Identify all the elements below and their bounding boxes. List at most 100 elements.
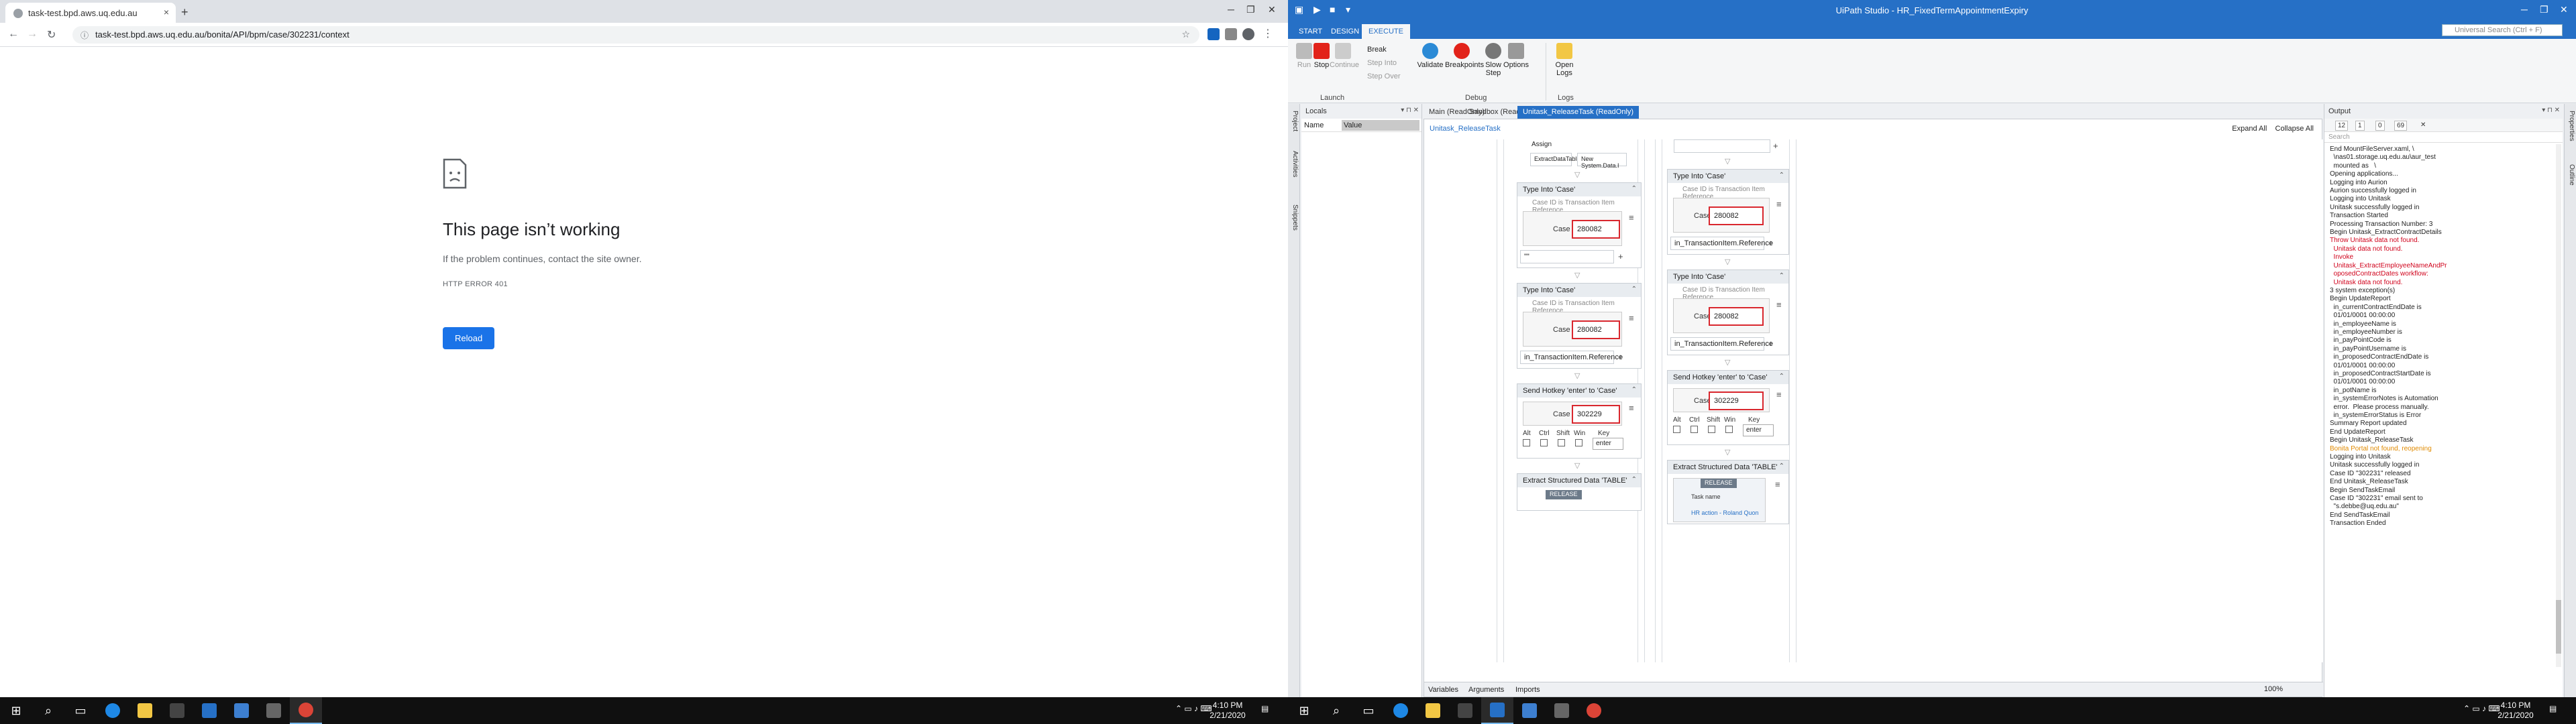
file-explorer-icon[interactable]: [129, 697, 161, 724]
notifications-icon[interactable]: ▤: [1261, 704, 1269, 713]
collapse-icon[interactable]: ⌃: [1779, 373, 1784, 380]
close-window-icon[interactable]: ✕: [1268, 4, 1276, 15]
tab-properties[interactable]: Properties: [2566, 111, 2575, 141]
edge-icon[interactable]: [97, 697, 129, 724]
collapse-icon[interactable]: ⌃: [1779, 172, 1784, 179]
forward-icon[interactable]: →: [27, 28, 38, 40]
file-explorer-icon[interactable]: [1417, 697, 1449, 724]
app-icon[interactable]: [1449, 697, 1481, 724]
type-into-activity[interactable]: Type Into 'Case' ⌃ Case ID is Transactio…: [1667, 269, 1789, 355]
text-expression[interactable]: [1674, 139, 1770, 153]
imports-tab[interactable]: Imports: [1515, 686, 1540, 694]
col-value[interactable]: Value: [1342, 120, 1419, 131]
send-hotkey-activity[interactable]: Send Hotkey 'enter' to 'Case' ⌃ Case 302…: [1517, 383, 1642, 459]
variables-tab[interactable]: Variables: [1428, 686, 1458, 694]
task-view-icon[interactable]: ▭: [64, 697, 97, 724]
text-expression[interactable]: in_TransactionItem.Reference: [1520, 351, 1623, 364]
panel-controls-icon[interactable]: ▾ ⊓ ✕: [1401, 107, 1419, 114]
universal-search-input[interactable]: Universal Search (Ctrl + F): [2442, 24, 2563, 36]
notifications-icon[interactable]: ▤: [2549, 704, 2557, 713]
breadcrumb[interactable]: Unitask_ReleaseTask: [1430, 125, 1501, 133]
error-count[interactable]: 12: [2335, 121, 2349, 131]
trace-count[interactable]: 69: [2394, 121, 2408, 131]
windows-start-icon[interactable]: ⊞: [0, 697, 32, 724]
plus-icon[interactable]: +: [1773, 141, 1778, 151]
break-button[interactable]: Break: [1367, 46, 1387, 54]
breakpoints-button[interactable]: Breakpoints: [1445, 43, 1484, 69]
profile-icon[interactable]: [1242, 28, 1254, 40]
extract-data-activity[interactable]: Extract Structured Data 'TABLE' ⌃ RELEAS…: [1667, 460, 1789, 524]
tray-icons[interactable]: ⌃ ▭ ♪ ⌨: [2463, 704, 2500, 713]
send-hotkey-activity[interactable]: Send Hotkey 'enter' to 'Case' ⌃ Case 302…: [1667, 370, 1789, 445]
hamburger-icon[interactable]: ≡: [1629, 313, 1634, 323]
search-icon[interactable]: ⌕: [1320, 697, 1352, 724]
validate-button[interactable]: Validate: [1417, 43, 1444, 69]
collapse-icon[interactable]: ⌃: [1779, 272, 1784, 280]
tab-design[interactable]: DESIGN: [1324, 24, 1366, 39]
address-bar[interactable]: ⓘ task-test.bpd.aws.uq.edu.au/bonita/API…: [72, 26, 1199, 44]
expand-all-link[interactable]: Expand All: [2232, 125, 2267, 133]
hamburger-icon[interactable]: ≡: [1629, 213, 1634, 223]
tab-activities[interactable]: Activities: [1289, 151, 1299, 177]
search-icon[interactable]: ⌕: [32, 697, 64, 724]
windows-start-icon[interactable]: ⊞: [1288, 697, 1320, 724]
hamburger-icon[interactable]: ≡: [1776, 300, 1782, 310]
clear-icon[interactable]: ✕: [2418, 121, 2428, 129]
plus-icon[interactable]: +: [1618, 251, 1623, 261]
hamburger-icon[interactable]: ≡: [1629, 403, 1634, 413]
warning-count[interactable]: 1: [2355, 121, 2365, 131]
type-into-activity[interactable]: Type Into 'Case' ⌃ Case ID is Transactio…: [1517, 283, 1642, 369]
hamburger-icon[interactable]: ≡: [1775, 479, 1780, 489]
type-into-activity[interactable]: Type Into 'Case' ⌃ Case ID is Transactio…: [1667, 169, 1789, 255]
win-checkbox[interactable]: [1725, 426, 1733, 433]
collapse-icon[interactable]: ⌃: [1631, 386, 1637, 394]
options-button[interactable]: Options: [1503, 43, 1529, 69]
info-icon[interactable]: ⓘ: [80, 29, 89, 41]
alt-checkbox[interactable]: [1673, 426, 1680, 433]
menu-dots-icon[interactable]: ⋮: [1263, 27, 1273, 40]
text-expression[interactable]: in_TransactionItem.Reference: [1670, 237, 1773, 250]
uipath-icon[interactable]: [1481, 697, 1513, 724]
designer-canvas[interactable]: Assign ExtractDataTable New System.Data.…: [1424, 139, 2323, 662]
win-checkbox[interactable]: [1575, 439, 1582, 446]
assign-right[interactable]: New System.Data.I: [1577, 153, 1627, 169]
type-into-activity[interactable]: Type Into 'Case' ⌃ Case ID is Transactio…: [1517, 182, 1642, 268]
ctrl-checkbox[interactable]: [1540, 439, 1548, 446]
tray-icons[interactable]: ⌃ ▭ ♪ ⌨: [1175, 704, 1212, 713]
collapse-icon[interactable]: ⌃: [1779, 463, 1784, 470]
ctrl-checkbox[interactable]: [1690, 426, 1698, 433]
minimize-icon[interactable]: ─: [1228, 4, 1234, 15]
refresh-icon[interactable]: ↻: [47, 28, 56, 42]
arguments-tab[interactable]: Arguments: [1468, 686, 1504, 694]
extension-icon[interactable]: [1225, 28, 1237, 40]
app-icon[interactable]: [161, 697, 193, 724]
task-view-icon[interactable]: ▭: [1352, 697, 1385, 724]
collapse-all-link[interactable]: Collapse All: [2275, 125, 2314, 133]
step-into-button[interactable]: Step Into: [1367, 59, 1397, 67]
collapse-icon[interactable]: ⌃: [1631, 476, 1637, 483]
reload-button[interactable]: Reload: [443, 327, 495, 349]
hamburger-icon[interactable]: ≡: [1776, 389, 1782, 400]
continue-button[interactable]: Continue: [1330, 43, 1359, 69]
tab-project[interactable]: Project: [1289, 111, 1299, 131]
tab-outline[interactable]: Outline: [2566, 164, 2575, 186]
shift-checkbox[interactable]: [1558, 439, 1565, 446]
key-select[interactable]: enter: [1743, 424, 1774, 436]
open-logs-button[interactable]: Open Logs: [1551, 43, 1578, 77]
uipath-icon[interactable]: [193, 697, 225, 724]
extension-icon[interactable]: [1208, 28, 1220, 40]
plus-icon[interactable]: +: [1768, 238, 1774, 248]
text-expression[interactable]: "": [1520, 250, 1614, 263]
info-count[interactable]: 0: [2375, 121, 2385, 131]
tab-start[interactable]: START: [1292, 24, 1329, 39]
step-over-button[interactable]: Step Over: [1367, 72, 1401, 80]
chrome-icon[interactable]: [1578, 697, 1610, 724]
collapse-icon[interactable]: ⌃: [1631, 286, 1637, 293]
clock[interactable]: 4:10 PM 2/21/2020: [2496, 701, 2536, 721]
new-tab-icon[interactable]: +: [181, 5, 189, 19]
bookmark-star-icon[interactable]: ☆: [1181, 29, 1190, 40]
edge-icon[interactable]: [1385, 697, 1417, 724]
output-scrollbar[interactable]: [2556, 144, 2561, 667]
assign-left[interactable]: ExtractDataTable: [1530, 153, 1580, 166]
tab-release-task[interactable]: Unitask_ReleaseTask (ReadOnly): [1517, 106, 1640, 119]
